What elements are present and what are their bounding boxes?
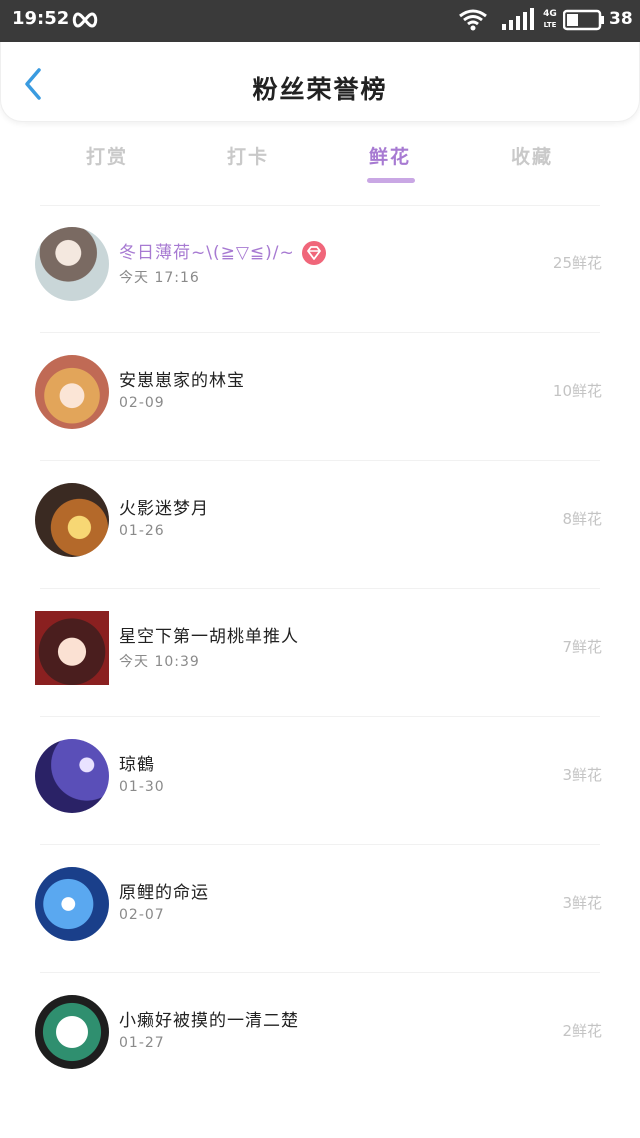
list-item[interactable]: 小癞好被摸的一清二楚 01-27 2鲜花 — [0, 973, 640, 1101]
avatar[interactable] — [35, 739, 109, 813]
list-item[interactable]: 火影迷梦月 01-26 8鲜花 — [0, 461, 640, 589]
avatar[interactable] — [35, 227, 109, 301]
fan-date: 今天 10:39 — [119, 654, 200, 670]
signal-icon — [502, 8, 534, 30]
tab-favorites[interactable]: 收藏 — [477, 142, 587, 169]
list-item[interactable]: 安崽崽家的林宝 02-09 10鲜花 — [0, 333, 640, 461]
tab-flowers[interactable]: 鲜花 — [335, 142, 445, 169]
page-title: 粉丝荣誉榜 — [252, 75, 388, 104]
fan-name[interactable]: 原鲤的命运 — [119, 878, 209, 903]
avatar[interactable] — [35, 995, 109, 1069]
tab-checkin[interactable]: 打卡 — [193, 142, 303, 169]
fan-date: 01-27 — [119, 1035, 165, 1051]
fan-date: 02-09 — [119, 395, 165, 411]
tab-bar: 打赏 打卡 鲜花 收藏 — [0, 124, 640, 188]
list-item[interactable]: 琼鶴 01-30 3鲜花 — [0, 717, 640, 845]
fan-name[interactable]: 安崽崽家的林宝 — [119, 366, 245, 391]
flower-count: 3鲜花 — [562, 766, 602, 784]
flower-count: 2鲜花 — [562, 1022, 602, 1040]
flower-count: 8鲜花 — [562, 510, 602, 528]
wifi-icon — [459, 9, 487, 31]
fans-list: 冬日薄荷~\(≧▽≦)/~ 今天 17:16 25鲜花 安崽崽家的林宝 02-0… — [0, 205, 640, 1101]
fan-date: 今天 17:16 — [119, 270, 200, 286]
flower-count: 7鲜花 — [562, 638, 602, 656]
avatar[interactable] — [35, 867, 109, 941]
network-type: 4G LTE — [543, 9, 557, 29]
list-item[interactable]: 星空下第一胡桃单推人 今天 10:39 7鲜花 — [0, 589, 640, 717]
fan-date: 02-07 — [119, 907, 165, 923]
app-header: 粉丝荣誉榜 — [0, 42, 640, 122]
fan-date: 01-30 — [119, 779, 165, 795]
fan-name[interactable]: 琼鶴 — [119, 750, 155, 775]
active-tab-indicator — [367, 178, 415, 183]
fan-name[interactable]: 火影迷梦月 — [119, 494, 209, 519]
tab-reward[interactable]: 打赏 — [52, 142, 162, 169]
flower-count: 10鲜花 — [552, 382, 602, 400]
fan-date: 01-26 — [119, 523, 165, 539]
avatar[interactable] — [35, 611, 109, 685]
status-bar: 19:52 4G LTE 38 — [0, 0, 640, 42]
battery-icon — [563, 9, 604, 31]
fan-name[interactable]: 星空下第一胡桃单推人 — [119, 622, 299, 647]
status-time: 19:52 — [12, 8, 70, 29]
diamond-badge-icon — [301, 241, 326, 265]
flower-count: 3鲜花 — [562, 894, 602, 912]
list-item[interactable]: 原鲤的命运 02-07 3鲜花 — [0, 845, 640, 973]
list-item[interactable]: 冬日薄荷~\(≧▽≦)/~ 今天 17:16 25鲜花 — [0, 205, 640, 333]
infinity-icon — [72, 12, 98, 28]
fan-name[interactable]: 小癞好被摸的一清二楚 — [119, 1006, 299, 1031]
avatar[interactable] — [35, 483, 109, 557]
fan-name[interactable]: 冬日薄荷~\(≧▽≦)/~ — [119, 238, 327, 266]
battery-percent: 38 — [609, 9, 633, 29]
avatar[interactable] — [35, 355, 109, 429]
flower-count: 25鲜花 — [552, 254, 602, 272]
